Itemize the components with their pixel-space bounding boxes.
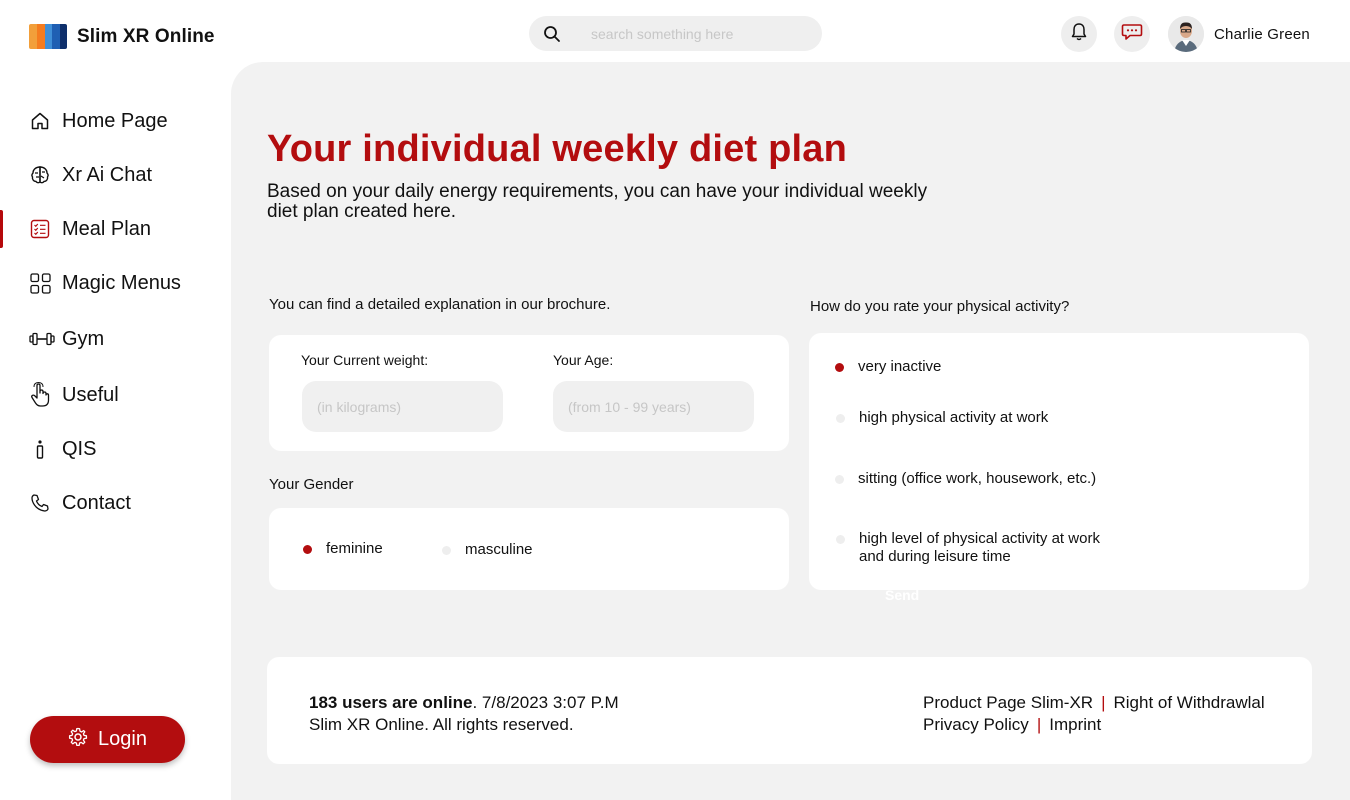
sidebar-item-label: Magic Menus (62, 271, 181, 294)
messages-button[interactable] (1114, 16, 1150, 52)
sidebar-nav: Home Page Xr Ai Chat Meal Plan Magic Men… (0, 94, 230, 530)
page-subtitle: Based on your daily energy requirements,… (267, 181, 928, 222)
gender-option-masculine[interactable]: masculine (442, 541, 533, 559)
brand-logo (29, 24, 67, 49)
gender-label: Your Gender (269, 476, 354, 493)
gender-option-feminine[interactable]: feminine (303, 540, 383, 558)
phone-icon (29, 492, 51, 514)
notifications-button[interactable] (1061, 16, 1097, 52)
footer-links: Product Page Slim-XR | Right of Withdrawla… (923, 692, 1265, 736)
link-privacy-policy[interactable]: Privacy Policy (923, 715, 1029, 734)
brochure-note: You can find a detailed explanation in o… (269, 296, 611, 313)
hand-pointer-icon (29, 382, 51, 407)
radio-label: feminine (326, 540, 383, 557)
sidebar-item-contact[interactable]: Contact (0, 476, 230, 530)
search-icon[interactable] (529, 25, 575, 43)
brand-name: Slim XR Online (77, 25, 215, 47)
user-name: Charlie Green (1214, 25, 1310, 43)
radio-unselected[interactable] (836, 535, 845, 544)
link-imprint[interactable]: Imprint (1049, 715, 1101, 734)
grid-icon (29, 272, 51, 294)
main-panel: Your individual weekly diet plan Based o… (231, 62, 1350, 800)
user-profile[interactable]: Charlie Green (1168, 16, 1310, 52)
radio-selected[interactable] (303, 545, 312, 554)
active-indicator (0, 210, 3, 248)
activity-option-high-at-work[interactable]: high physical activity at work (836, 409, 1048, 427)
bell-icon (1070, 22, 1088, 47)
link-right-of-withdrawal[interactable]: Right of Withdrawlal (1114, 693, 1265, 712)
radio-unselected[interactable] (835, 475, 844, 484)
activity-question: How do you rate your physical activity? (810, 298, 1070, 315)
radio-selected[interactable] (835, 363, 844, 372)
activity-card: very inactive high physical activity at … (809, 333, 1309, 590)
sidebar-item-label: Home Page (62, 109, 168, 132)
age-label: Your Age: (553, 352, 614, 368)
sidebar-item-label: QIS (62, 437, 97, 460)
send-button[interactable]: Send (885, 587, 919, 603)
radio-label: sitting (office work, housework, etc.) (858, 470, 1097, 487)
login-label: Login (98, 728, 147, 750)
brain-icon (29, 164, 51, 186)
search-input[interactable] (591, 25, 811, 42)
sidebar-item-qis[interactable]: QIS (0, 422, 230, 476)
sidebar-item-home-page[interactable]: Home Page (0, 94, 230, 148)
chat-bubble-icon (1121, 23, 1143, 46)
sidebar-item-label: Contact (62, 491, 131, 514)
home-icon (29, 110, 51, 132)
radio-label: masculine (465, 541, 533, 558)
footer-rights: Slim XR Online. All rights reserved. (309, 715, 574, 734)
footer: 183 users are online. 7/8/2023 3:07 P.M … (267, 657, 1312, 764)
sidebar-item-magic-menus[interactable]: Magic Menus (0, 256, 230, 310)
radio-label: high physical activity at work (859, 409, 1049, 426)
search-bar[interactable] (529, 16, 822, 51)
info-icon (29, 438, 51, 460)
radio-label: very inactive (858, 358, 942, 375)
page-title: Your individual weekly diet plan (267, 128, 848, 170)
activity-option-high-work-and-leisure[interactable]: high level of physical activity at work … (836, 530, 1119, 566)
sidebar-item-gym[interactable]: Gym (0, 312, 230, 366)
avatar[interactable] (1168, 16, 1204, 52)
link-divider: | (1101, 693, 1106, 712)
login-button[interactable]: Login (30, 716, 185, 763)
gear-icon (68, 727, 88, 753)
sidebar-item-useful[interactable]: Useful (0, 368, 230, 422)
sidebar-item-meal-plan[interactable]: Meal Plan (0, 202, 230, 256)
sidebar-item-label: Meal Plan (62, 217, 151, 240)
radio-unselected[interactable] (836, 414, 845, 423)
radio-unselected[interactable] (442, 546, 451, 555)
weight-field[interactable] (302, 381, 503, 432)
sidebar-item-label: Xr Ai Chat (62, 163, 153, 186)
brand[interactable]: Slim XR Online (29, 24, 215, 49)
measurements-card: Your Current weight: Your Age: (269, 335, 789, 451)
online-count: 183 users are online (309, 693, 473, 712)
sidebar-item-label: Gym (62, 327, 105, 350)
link-product-page[interactable]: Product Page Slim-XR (923, 693, 1093, 712)
dumbbell-icon (29, 328, 55, 350)
age-field[interactable] (553, 381, 754, 432)
link-divider: | (1036, 715, 1042, 734)
footer-datetime: . 7/8/2023 3:07 P.M (472, 693, 619, 712)
radio-label: high level of physical activity at work … (859, 530, 1100, 565)
sidebar-item-xr-ai-chat[interactable]: Xr Ai Chat (0, 148, 230, 202)
activity-option-sitting[interactable]: sitting (office work, housework, etc.) (835, 470, 1096, 488)
sidebar-item-label: Useful (62, 383, 119, 406)
activity-option-very-inactive[interactable]: very inactive (835, 358, 941, 376)
gender-card: feminine masculine (269, 508, 789, 590)
checklist-icon (29, 218, 51, 240)
footer-info: 183 users are online. 7/8/2023 3:07 P.M … (309, 692, 619, 736)
weight-label: Your Current weight: (301, 352, 429, 368)
